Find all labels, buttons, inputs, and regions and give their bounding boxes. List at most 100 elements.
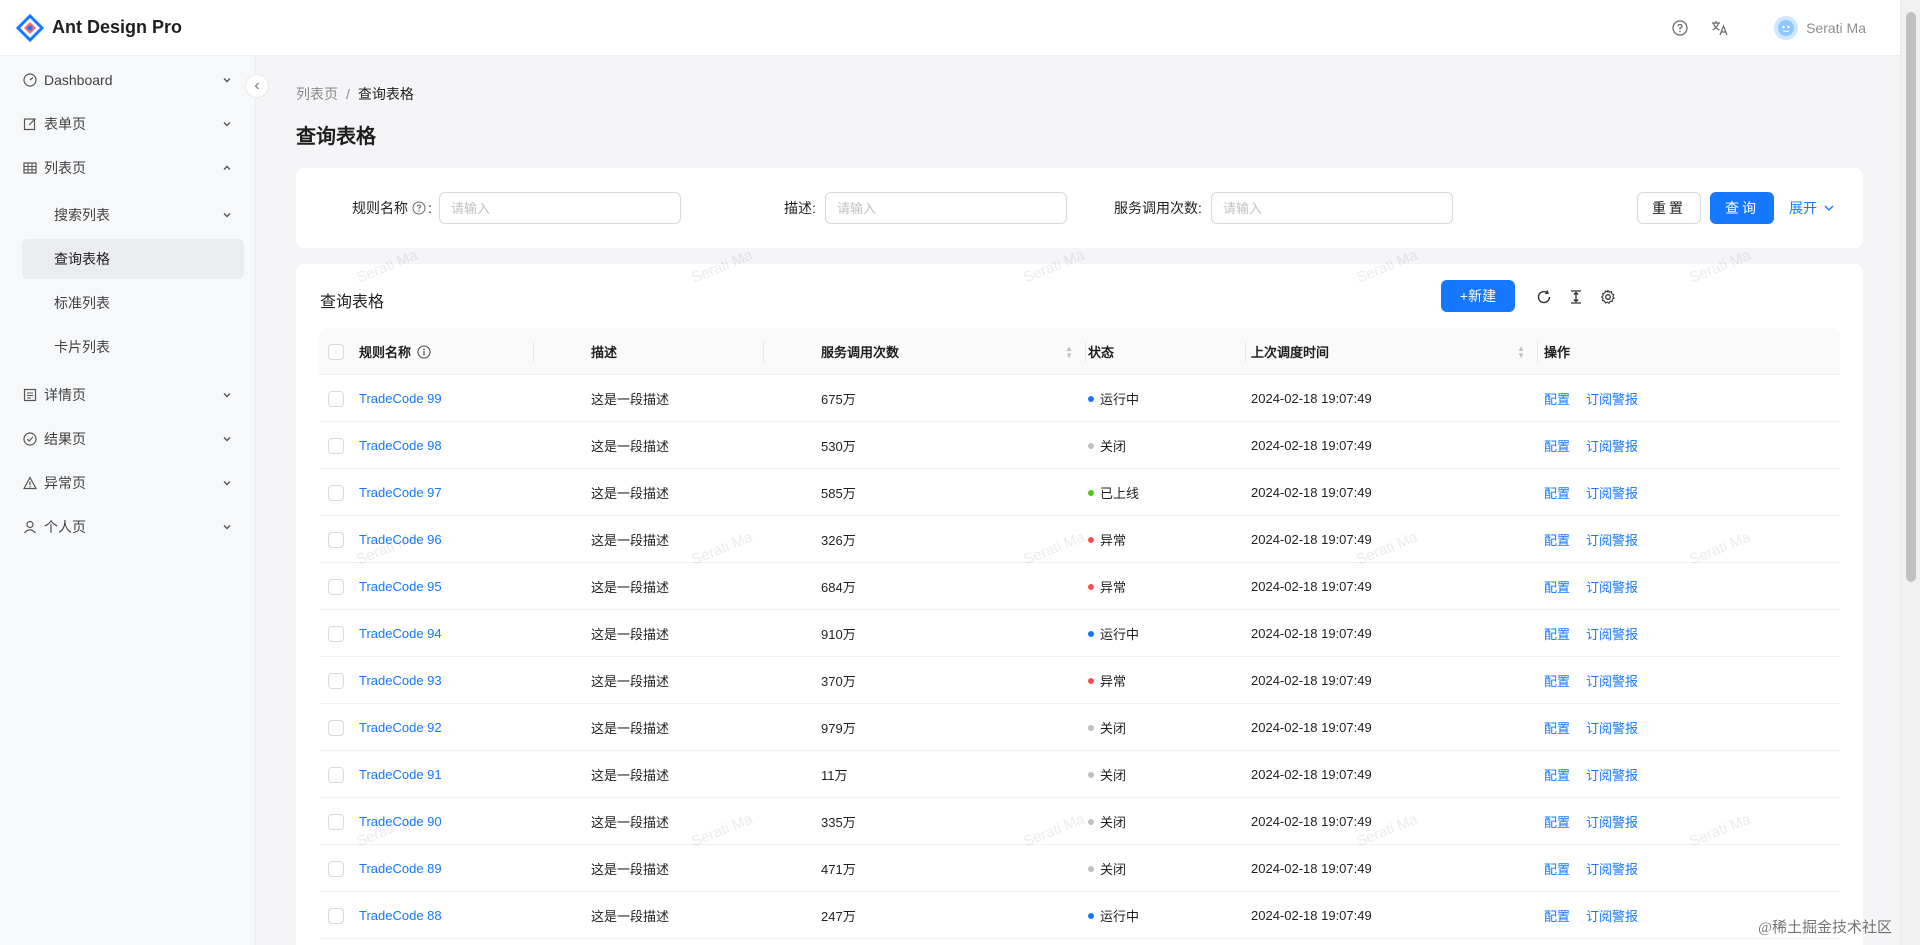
row-checkbox[interactable]: [328, 860, 344, 877]
subscribe-alert-link[interactable]: 订阅警报: [1586, 530, 1638, 549]
subscribe-alert-link[interactable]: 订阅警报: [1586, 906, 1638, 925]
sidebar-item-list[interactable]: 列表页: [22, 148, 244, 188]
calls-input[interactable]: [1211, 192, 1453, 224]
sort-icon[interactable]: ▲ ▼: [1065, 344, 1073, 359]
question-circle-icon[interactable]: [412, 201, 426, 215]
sidebar-collapse-button[interactable]: [245, 74, 269, 98]
subscribe-alert-link[interactable]: 订阅警报: [1586, 671, 1638, 690]
config-link[interactable]: 配置: [1544, 906, 1570, 925]
sidebar-item-form[interactable]: 表单页: [22, 104, 244, 144]
status-badge: 运行中: [1100, 627, 1140, 642]
row-checkbox[interactable]: [328, 719, 344, 736]
config-link[interactable]: 配置: [1544, 765, 1570, 784]
rule-name-link[interactable]: TradeCode 88: [359, 908, 442, 923]
rule-name-cell: TradeCode 97: [359, 469, 442, 516]
breadcrumb-item-current: 查询表格: [357, 86, 414, 102]
config-link[interactable]: 配置: [1544, 624, 1570, 643]
sidebar-subitem-card-list[interactable]: 卡片列表: [22, 327, 244, 367]
sidebar-subitem-table-list[interactable]: 查询表格: [22, 239, 244, 279]
translate-icon[interactable]: [1706, 14, 1734, 42]
sort-icon[interactable]: ▲ ▼: [1517, 344, 1525, 359]
rule-name-link[interactable]: TradeCode 93: [359, 673, 442, 688]
desc-input[interactable]: [825, 192, 1067, 224]
subscribe-alert-link[interactable]: 订阅警报: [1586, 577, 1638, 596]
status-cell: 异常: [1088, 657, 1126, 704]
row-checkbox[interactable]: [328, 672, 344, 689]
subscribe-alert-link[interactable]: 订阅警报: [1586, 483, 1638, 502]
breadcrumb-item-list[interactable]: 列表页: [296, 86, 338, 102]
row-checkbox[interactable]: [328, 578, 344, 595]
row-checkbox[interactable]: [328, 484, 344, 501]
top-header: Ant Design Pro Serati Ma: [0, 0, 1900, 56]
rule-name-link[interactable]: TradeCode 89: [359, 861, 442, 876]
row-checkbox[interactable]: [328, 390, 344, 407]
row-select-cell: [328, 892, 344, 939]
subscribe-alert-link[interactable]: 订阅警报: [1586, 624, 1638, 643]
help-icon[interactable]: [1666, 14, 1694, 42]
sidebar-item-label: 结果页: [44, 431, 86, 447]
config-link[interactable]: 配置: [1544, 718, 1570, 737]
sidebar-subitem-search-list[interactable]: 搜索列表: [22, 195, 244, 235]
config-link[interactable]: 配置: [1544, 671, 1570, 690]
status-dot-icon: [1088, 395, 1094, 402]
chevron-left-icon: [254, 82, 259, 90]
sidebar-subitem-basic-list[interactable]: 标准列表: [22, 283, 244, 323]
subscribe-alert-link[interactable]: 订阅警报: [1586, 765, 1638, 784]
desc-cell: 这是一段描述: [591, 862, 670, 877]
rule-name-link[interactable]: TradeCode 94: [359, 626, 442, 641]
subscribe-alert-link[interactable]: 订阅警报: [1586, 859, 1638, 878]
row-checkbox[interactable]: [328, 437, 344, 454]
sidebar-item-label: 异常页: [44, 475, 86, 491]
column-header-time[interactable]: 上次调度时间 ▲ ▼: [1251, 328, 1535, 375]
query-button[interactable]: 查询: [1710, 192, 1774, 224]
subscribe-alert-link[interactable]: 订阅警报: [1586, 812, 1638, 831]
desc-cell: 这是一段描述: [591, 721, 670, 736]
rule-name-link[interactable]: TradeCode 97: [359, 485, 442, 500]
scrollbar-thumb[interactable]: [1906, 12, 1916, 582]
subscribe-alert-link[interactable]: 订阅警报: [1586, 389, 1638, 408]
rule-name-link[interactable]: TradeCode 90: [359, 814, 442, 829]
row-checkbox[interactable]: [328, 531, 344, 548]
config-link[interactable]: 配置: [1544, 812, 1570, 831]
rule-name-link[interactable]: TradeCode 99: [359, 391, 442, 406]
time-cell: 2024-02-18 19:07:49: [1251, 767, 1372, 782]
select-all-checkbox[interactable]: [328, 343, 344, 360]
config-link[interactable]: 配置: [1544, 389, 1570, 408]
new-rule-button[interactable]: +新建: [1441, 280, 1515, 312]
config-link[interactable]: 配置: [1544, 577, 1570, 596]
rule-name-link[interactable]: TradeCode 96: [359, 532, 442, 547]
info-circle-icon[interactable]: [417, 345, 431, 359]
rule-name-input[interactable]: [439, 192, 681, 224]
reset-button[interactable]: 重置: [1637, 192, 1701, 224]
subscribe-alert-link[interactable]: 订阅警报: [1586, 718, 1638, 737]
subscribe-alert-link[interactable]: 订阅警报: [1586, 436, 1638, 455]
expand-toggle[interactable]: 展开: [1789, 198, 1835, 218]
column-header-calls[interactable]: 服务调用次数 ▲ ▼: [821, 328, 1083, 375]
page-scrollbar[interactable]: [1900, 0, 1920, 945]
row-checkbox[interactable]: [328, 907, 344, 924]
rule-name-link[interactable]: TradeCode 91: [359, 767, 442, 782]
setting-icon[interactable]: [1599, 288, 1617, 306]
config-link[interactable]: 配置: [1544, 859, 1570, 878]
rule-name-link[interactable]: TradeCode 92: [359, 720, 442, 735]
sidebar-item-profile[interactable]: 详情页: [22, 375, 244, 415]
row-checkbox[interactable]: [328, 625, 344, 642]
sidebar-item-dashboard[interactable]: Dashboard: [22, 60, 244, 100]
column-height-icon[interactable]: [1567, 288, 1585, 306]
sidebar-item-label: 列表页: [44, 160, 86, 176]
rule-name-link[interactable]: TradeCode 95: [359, 579, 442, 594]
config-link[interactable]: 配置: [1544, 436, 1570, 455]
rule-name-link[interactable]: TradeCode 98: [359, 438, 442, 453]
row-checkbox[interactable]: [328, 813, 344, 830]
sidebar-item-result[interactable]: 结果页: [22, 419, 244, 459]
sidebar-item-account[interactable]: 个人页: [22, 507, 244, 547]
user-menu[interactable]: Serati Ma: [1774, 15, 1866, 40]
config-link[interactable]: 配置: [1544, 483, 1570, 502]
time-cell: 2024-02-18 19:07:49: [1251, 391, 1372, 406]
config-link[interactable]: 配置: [1544, 530, 1570, 549]
sidebar-item-exception[interactable]: 异常页: [22, 463, 244, 503]
app-logo[interactable]: Ant Design Pro: [16, 13, 182, 42]
reload-icon[interactable]: [1535, 288, 1553, 306]
row-checkbox[interactable]: [328, 766, 344, 783]
table-row: TradeCode 92 这是一段描述 979万 关闭 2024-02-18 19:07…: [319, 704, 1840, 751]
